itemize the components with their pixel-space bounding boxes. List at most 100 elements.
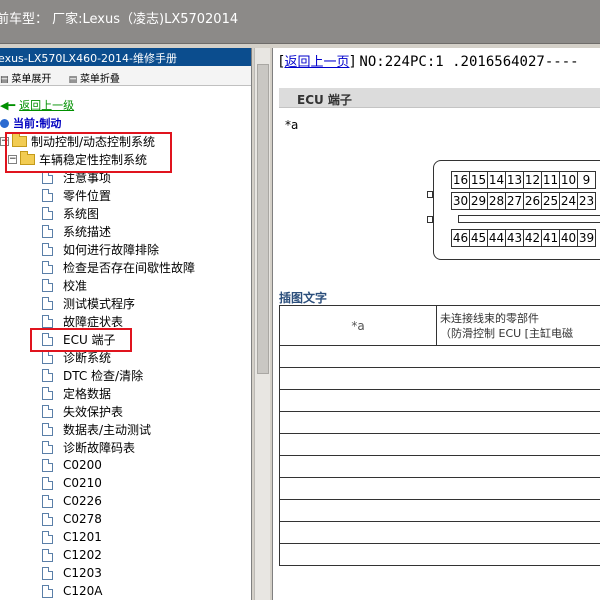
tree-item[interactable]: 失效保护表 xyxy=(42,402,123,420)
document-icon xyxy=(42,566,53,580)
connector-pin: 25 xyxy=(541,192,560,210)
legend-desc-line2: （防滑控制 ECU [主缸电磁 xyxy=(440,326,573,340)
legend-table: *a 未连接线束的零部件 （防滑控制 ECU [主缸电磁 xyxy=(279,305,600,566)
document-icon xyxy=(42,368,53,382)
table-cell xyxy=(279,345,600,368)
connector-pin: 24 xyxy=(559,192,578,210)
collapse-menu-button[interactable]: 菜单折叠 xyxy=(69,74,120,85)
connector-pin: 45 xyxy=(469,229,488,247)
connector-pin: 41 xyxy=(541,229,560,247)
content-panel: [返回上一页] NO:224PC:1 .2016564027---- ECU 端… xyxy=(272,48,600,600)
expand-menu-button[interactable]: 菜单展开 xyxy=(0,74,51,85)
back-page-link[interactable]: 返回上一页 xyxy=(284,55,349,70)
table-row xyxy=(279,389,600,412)
tree-item[interactable]: C1203 xyxy=(42,564,102,582)
back-up-link[interactable]: 返回上一级 xyxy=(19,97,74,113)
ecu-connector-diagram: 16 15 14 13 12 11 10 9 30 29 28 27 26 25… xyxy=(427,160,600,260)
table-row xyxy=(279,367,600,390)
section-title: ECU 端子 xyxy=(297,93,352,107)
tree-item-label: 定格数据 xyxy=(63,386,112,401)
scrollbar-thumb[interactable] xyxy=(257,64,269,374)
connector-pin: 40 xyxy=(559,229,578,247)
tree-item[interactable]: C0210 xyxy=(42,474,102,492)
menu-toolbar: 菜单展开 菜单折叠 xyxy=(0,66,251,86)
tree-item-label: C0200 xyxy=(63,458,102,472)
tree-item[interactable]: C0200 xyxy=(42,456,102,474)
tree-scrollbar[interactable] xyxy=(254,48,270,600)
tree-item-label: C0278 xyxy=(63,512,102,526)
table-cell xyxy=(279,433,600,456)
tree-item[interactable]: C1201 xyxy=(42,528,102,546)
tree-item[interactable]: C0278 xyxy=(42,510,102,528)
document-icon xyxy=(42,440,53,454)
legend-desc-line1: 未连接线束的零部件 xyxy=(440,311,539,325)
tree-item-label: DTC 检查/清除 xyxy=(63,368,144,383)
folder-highlight-box xyxy=(5,132,172,173)
connector-pin: 39 xyxy=(577,229,596,247)
tree-item[interactable]: 数据表/主动测试 xyxy=(42,420,151,438)
tree-item[interactable]: 定格数据 xyxy=(42,384,111,402)
connector-pin: 42 xyxy=(523,229,542,247)
table-cell xyxy=(279,389,600,412)
connector-pin: 28 xyxy=(487,192,506,210)
tree-item[interactable]: 系统描述 xyxy=(42,222,111,240)
tree-item-label: C1201 xyxy=(63,530,102,544)
document-icon xyxy=(42,476,53,490)
tree-item-label: 诊断故障码表 xyxy=(63,440,136,455)
tree-item[interactable]: 校准 xyxy=(42,276,87,294)
document-icon xyxy=(42,422,53,436)
legend-description: 未连接线束的零部件 （防滑控制 ECU [主缸电磁 xyxy=(436,305,600,346)
connector-pin: 16 xyxy=(451,171,470,189)
tree-item[interactable]: 系统图 xyxy=(42,204,99,222)
tree-item[interactable]: 检查是否存在间歇性故障 xyxy=(42,258,195,276)
table-cell xyxy=(279,455,600,478)
current-location-icon xyxy=(0,118,9,128)
document-icon xyxy=(42,512,53,526)
tree-item-label: 零件位置 xyxy=(63,188,112,203)
tree-item-label: 测试模式程序 xyxy=(63,296,136,311)
tree-item-label: C1202 xyxy=(63,548,102,562)
table-row xyxy=(279,455,600,478)
current-node-label: 当前:制动 xyxy=(13,117,62,130)
tree-item[interactable]: 零件位置 xyxy=(42,186,111,204)
table-row xyxy=(279,433,600,456)
document-icon xyxy=(42,404,53,418)
document-icon xyxy=(42,260,53,274)
tree-item[interactable]: 如何进行故障排除 xyxy=(42,240,159,258)
tree-item[interactable]: 测试模式程序 xyxy=(42,294,135,312)
left-tree-panel: exus-LX570LX460-2014-维修手册 菜单展开 菜单折叠 ◀━ 返… xyxy=(0,48,252,600)
document-icon xyxy=(42,584,53,598)
tree-item-label: C1203 xyxy=(63,566,102,580)
connector-pin: 30 xyxy=(451,192,470,210)
document-icon xyxy=(42,314,53,328)
pin-row-2: 30 29 28 27 26 25 24 23 xyxy=(451,192,596,210)
tree-item[interactable]: DTC 检查/清除 xyxy=(42,366,143,384)
tree-item[interactable]: C1202 xyxy=(42,546,102,564)
document-icon xyxy=(42,548,53,562)
legend-key: *a xyxy=(279,305,437,346)
document-icon xyxy=(42,386,53,400)
connector-pin: 46 xyxy=(451,229,470,247)
document-icon xyxy=(42,188,53,202)
tree-item[interactable]: C0226 xyxy=(42,492,102,510)
connector-pin: 26 xyxy=(523,192,542,210)
table-row xyxy=(279,499,600,522)
tree-item[interactable]: C120A xyxy=(42,582,103,600)
back-arrow-icon: ◀━ xyxy=(0,98,16,112)
connector-pin: 15 xyxy=(469,171,488,189)
tree-item[interactable]: 诊断故障码表 xyxy=(42,438,135,456)
document-icon xyxy=(42,494,53,508)
illustration-caption: 插图文字 xyxy=(279,291,328,305)
table-cell xyxy=(279,521,600,544)
manual-title-header: exus-LX570LX460-2014-维修手册 xyxy=(0,48,251,66)
selected-item-highlight-box xyxy=(30,328,132,352)
connector-notch xyxy=(427,191,433,198)
table-cell xyxy=(279,499,600,522)
connector-pin: 44 xyxy=(487,229,506,247)
table-row xyxy=(279,543,600,566)
connector-pin: 27 xyxy=(505,192,524,210)
content-nav-line: [返回上一页] NO:224PC:1 .2016564027---- xyxy=(279,54,579,70)
back-up-row[interactable]: ◀━ 返回上一级 xyxy=(0,96,74,114)
tree-item-label: 失效保护表 xyxy=(63,404,124,419)
figure-label-a: *a xyxy=(285,118,299,132)
